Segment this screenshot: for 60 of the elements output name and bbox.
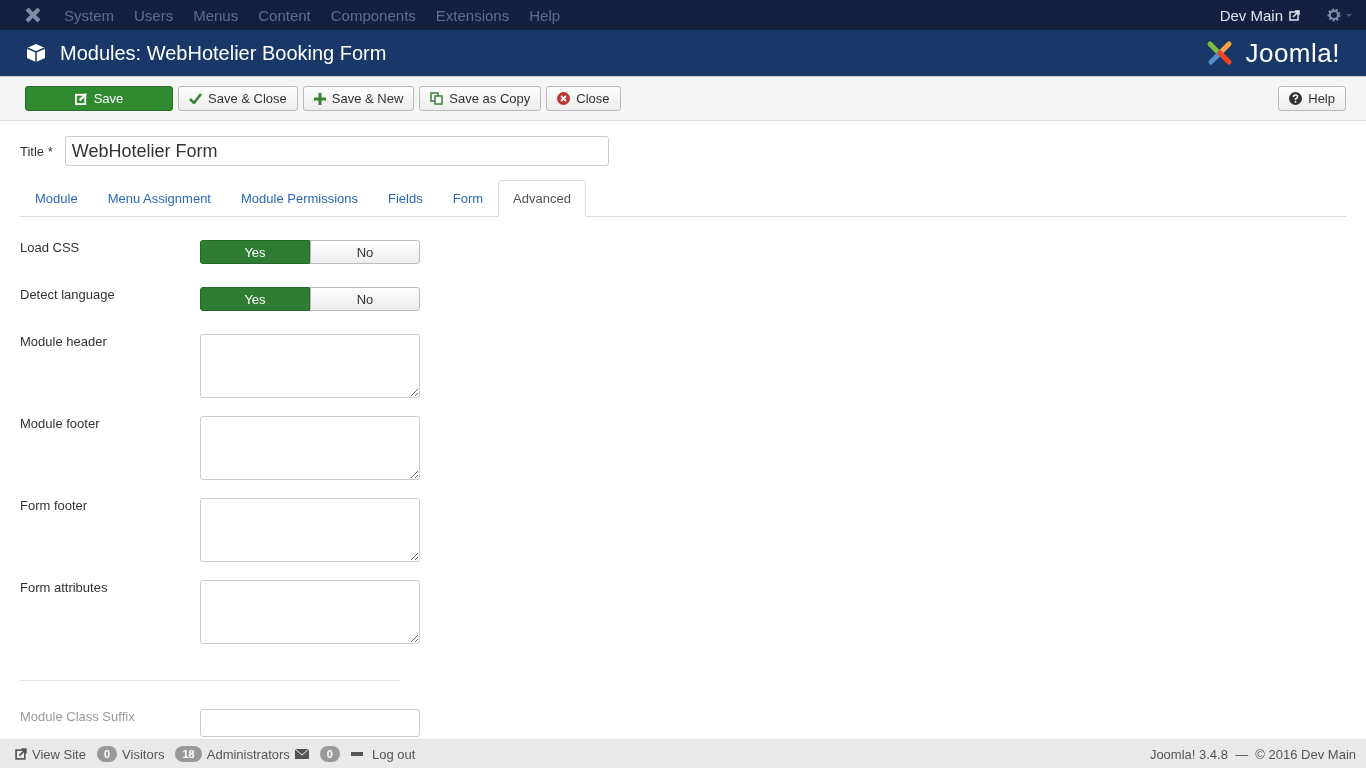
menu-item[interactable]: Help — [529, 6, 561, 24]
logo-text: Joomla! — [1245, 37, 1340, 69]
field-label: Form attributes — [20, 580, 109, 595]
administrators-label: Administrators — [206, 746, 290, 762]
external-link-icon — [15, 748, 27, 760]
settings-icon[interactable] — [1326, 7, 1354, 23]
field-label: Detect language — [20, 287, 116, 302]
version-text: Joomla! 3.4.8 — © 2016 Dev Main — [1149, 746, 1356, 762]
field-label: Module footer — [20, 416, 101, 431]
field-label: Load CSS — [20, 240, 81, 255]
title-label: Title * — [20, 143, 53, 159]
check-icon — [189, 93, 202, 104]
tab[interactable]: Module — [20, 180, 93, 217]
menu-item[interactable]: System — [64, 6, 114, 24]
close-icon — [557, 92, 571, 105]
count-badge: 0 — [319, 746, 340, 762]
tab[interactable]: Module Permissions — [226, 180, 374, 217]
text-area[interactable] — [200, 416, 420, 480]
tab[interactable]: Menu Assignment — [92, 180, 226, 217]
site-link[interactable]: Dev Main — [1219, 6, 1283, 24]
field-label: Module Class Suffix — [20, 709, 136, 724]
help-button[interactable]: Help — [1278, 86, 1346, 111]
copy-icon — [430, 92, 444, 105]
menu-item[interactable]: Content — [258, 6, 311, 24]
field-label: Form footer — [20, 498, 89, 513]
logout-link[interactable]: Log out — [371, 746, 416, 762]
tab[interactable]: Fields — [373, 180, 438, 217]
text-area[interactable] — [200, 580, 420, 644]
help-icon — [1289, 92, 1303, 105]
toolbar-button[interactable]: Save as Copy — [419, 86, 542, 111]
envelope-icon — [294, 749, 309, 759]
visitors-label: Visitors — [122, 746, 165, 762]
external-link-icon — [1289, 9, 1300, 21]
toolbar-button[interactable]: Save — [25, 86, 173, 111]
minus-icon — [350, 752, 363, 756]
field-label: Module header — [20, 334, 108, 349]
logo-icon[interactable] — [24, 6, 42, 24]
plus-icon — [313, 92, 326, 105]
edit-icon — [74, 92, 88, 105]
toggle-option[interactable]: Yes — [200, 240, 310, 264]
cube-icon — [26, 43, 46, 63]
menu-item[interactable]: Components — [330, 6, 416, 24]
toolbar-button[interactable]: Save & New — [302, 86, 415, 111]
count-badge: 18 — [175, 746, 202, 762]
menu-item[interactable]: Extensions — [435, 6, 510, 24]
tab[interactable]: Advanced — [498, 180, 586, 217]
tab[interactable]: Form — [437, 180, 499, 217]
text-area[interactable] — [200, 498, 420, 562]
toggle-option[interactable]: No — [310, 287, 420, 311]
page-title: Modules: WebHotelier Booking Form — [60, 41, 387, 65]
view-site-link[interactable]: View Site — [32, 746, 86, 762]
toolbar-button[interactable]: Save & Close — [178, 86, 298, 111]
count-badge: 0 — [96, 746, 118, 762]
toolbar-button[interactable]: Close — [546, 86, 621, 111]
text-area[interactable] — [200, 334, 420, 398]
toggle-option[interactable]: No — [310, 240, 420, 264]
toggle-option[interactable]: Yes — [200, 287, 310, 311]
title-input[interactable]: WebHotelier Form — [64, 136, 609, 166]
menu-item[interactable]: Menus — [193, 6, 239, 24]
menu-item[interactable]: Users — [134, 6, 174, 24]
